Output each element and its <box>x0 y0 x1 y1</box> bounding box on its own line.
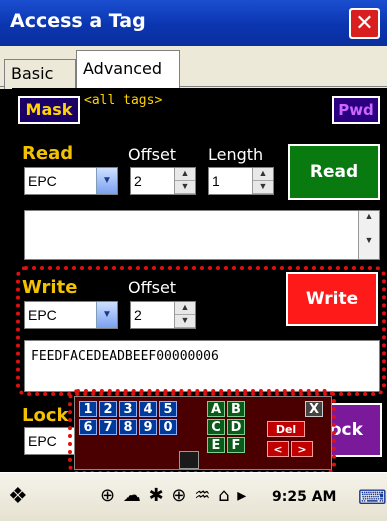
read-length-label: Length <box>208 145 264 164</box>
spin-buttons[interactable]: ▲ ▼ <box>252 168 273 194</box>
tab-advanced[interactable]: Advanced <box>76 50 180 88</box>
chevron-down-icon[interactable]: ▼ <box>96 168 117 194</box>
wireless-icon[interactable]: ♒ <box>194 485 211 506</box>
spin-up-icon[interactable]: ▲ <box>175 168 195 181</box>
window-title: Access a Tag <box>10 10 146 32</box>
battery-icon[interactable]: ⌂ <box>218 485 230 506</box>
spin-down-icon[interactable]: ▼ <box>175 181 195 194</box>
password-button[interactable]: Pwd <box>332 96 380 124</box>
lock-bank-value: EPC <box>28 433 57 449</box>
read-offset-label: Offset <box>128 145 177 164</box>
mask-value: <all tags> <box>84 93 163 108</box>
read-output-text <box>25 211 358 259</box>
read-label: Read <box>22 143 74 164</box>
spin-down-icon[interactable]: ▼ <box>253 181 273 194</box>
spin-up-icon[interactable]: ▲ <box>253 168 273 181</box>
close-icon: ✕ <box>351 10 378 37</box>
input-panel-icon[interactable]: ⌨ <box>358 485 387 509</box>
read-length-value: 1 <box>212 173 220 189</box>
scroll-up-icon[interactable]: ▲ <box>359 211 379 235</box>
spin-buttons[interactable]: ▲ ▼ <box>174 168 195 194</box>
start-icon[interactable]: ❖ <box>8 484 36 512</box>
mask-button[interactable]: Mask <box>18 96 80 124</box>
read-output-field[interactable]: ▲ ▼ <box>24 210 380 260</box>
lock-label: Lock <box>22 405 69 426</box>
close-button[interactable]: ✕ <box>349 8 380 39</box>
scroll-down-icon[interactable]: ▼ <box>359 235 379 259</box>
taskbar: ❖ ⊕ ☁ ✱ ⊕ ♒ ⌂ ▸ 9:25 AM ⌨ <box>0 472 387 521</box>
clock[interactable]: 9:25 AM <box>272 489 336 505</box>
sync-icon[interactable]: ☁ <box>123 485 142 506</box>
network-icon[interactable]: ⊕ <box>100 485 116 506</box>
system-tray: ⊕ ☁ ✱ ⊕ ♒ ⌂ ▸ <box>100 485 247 511</box>
bluetooth-icon[interactable]: ✱ <box>149 485 165 506</box>
tab-basic[interactable]: Basic <box>4 59 76 89</box>
read-offset-value: 2 <box>134 173 142 189</box>
connection-icon[interactable]: ⊕ <box>171 485 187 506</box>
read-bank-value: EPC <box>28 173 57 189</box>
read-offset-spinner[interactable]: 2 ▲ ▼ <box>130 167 196 195</box>
scrollbar[interactable]: ▲ ▼ <box>358 211 379 259</box>
write-section-highlight <box>16 266 386 396</box>
keypad-highlight <box>68 389 336 475</box>
read-bank-select[interactable]: EPC ▼ <box>24 167 118 195</box>
tray-arrow-icon[interactable]: ▸ <box>237 485 247 506</box>
read-button[interactable]: Read <box>288 144 380 200</box>
read-length-spinner[interactable]: 1 ▲ ▼ <box>208 167 274 195</box>
